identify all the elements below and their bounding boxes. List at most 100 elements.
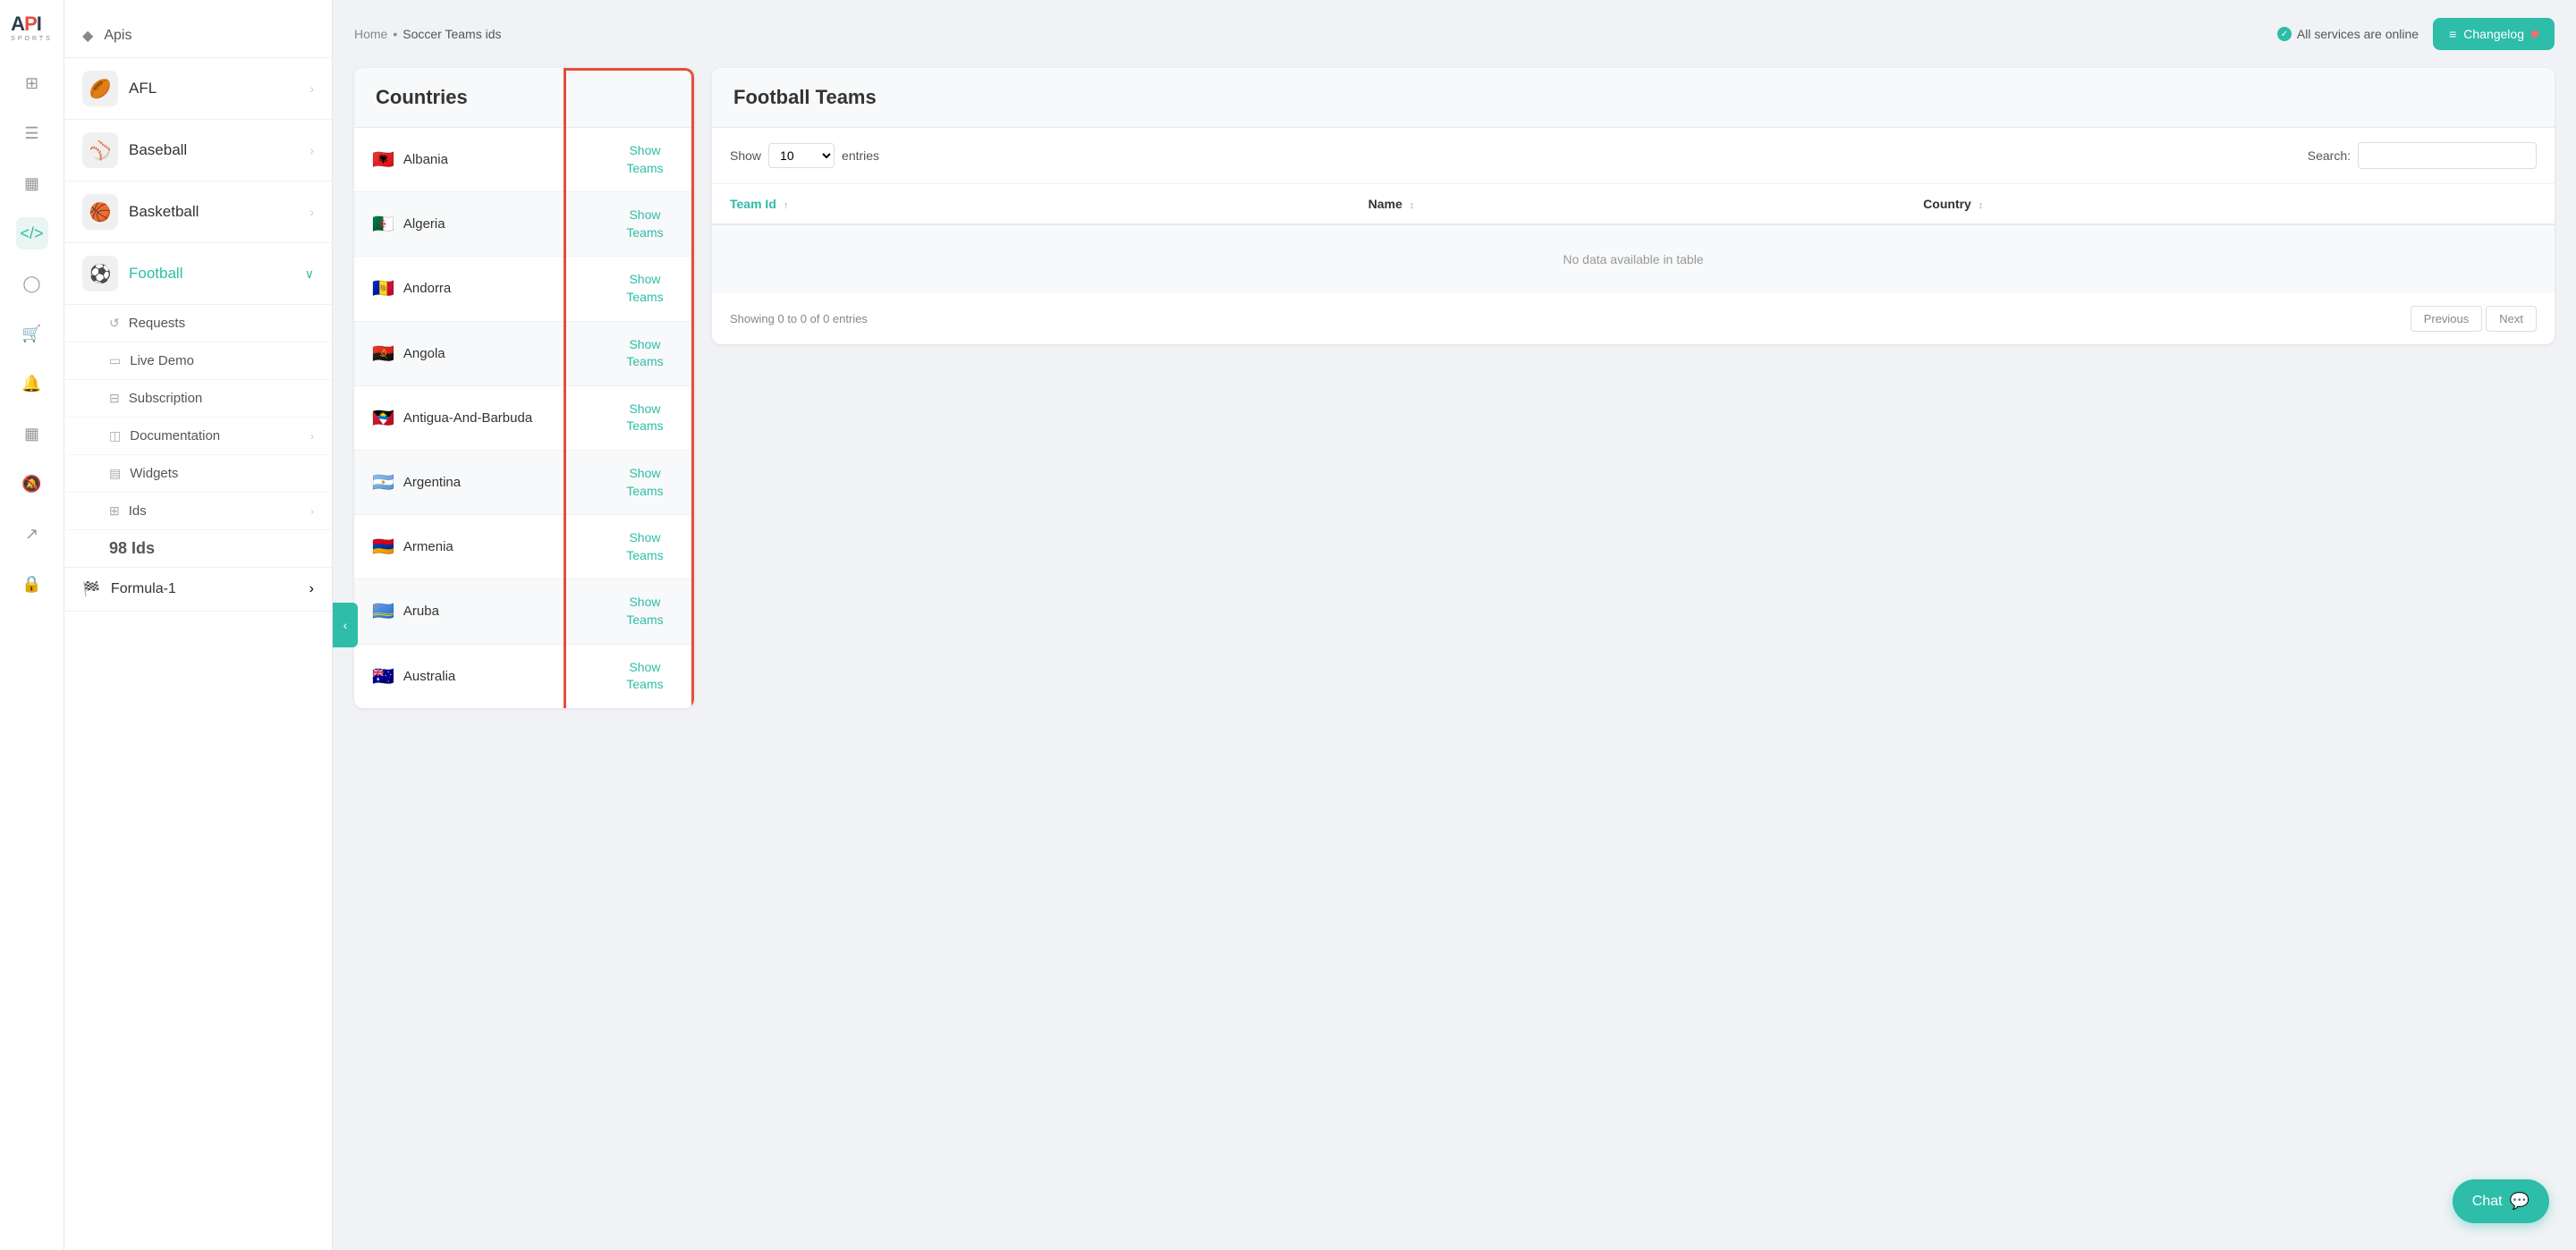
- sidebar-item-baseball[interactable]: ⚾ Baseball ›: [64, 120, 332, 182]
- search-label: Search:: [2308, 148, 2351, 163]
- breadcrumb: Home • Soccer Teams ids: [354, 27, 502, 41]
- dashboard-icon[interactable]: ▦: [16, 418, 48, 450]
- next-button[interactable]: Next: [2486, 306, 2537, 332]
- apis-label: Apis: [104, 28, 131, 44]
- changelog-icon: ≡: [2449, 27, 2456, 41]
- formula1-icon: 🏁: [82, 580, 100, 598]
- search-area: Search:: [2308, 142, 2537, 169]
- australia-flag: 🇦🇺: [372, 665, 394, 688]
- show-teams-aruba[interactable]: ShowTeams: [626, 594, 663, 629]
- armenia-name: Armenia: [403, 539, 453, 554]
- football-icon: ⚽: [82, 256, 118, 291]
- teams-controls: Show 10 25 50 100 entries Search:: [712, 128, 2555, 184]
- notification-icon2[interactable]: 🔕: [16, 468, 48, 500]
- sidebar-submenu-ids[interactable]: ⊞ Ids ›: [64, 493, 332, 530]
- changelog-notification-dot: [2531, 30, 2538, 38]
- show-teams-algeria[interactable]: ShowTeams: [626, 207, 663, 241]
- show-teams-antigua[interactable]: ShowTeams: [626, 401, 663, 435]
- cart-icon[interactable]: 🛒: [16, 317, 48, 350]
- ids-icon: ⊞: [109, 503, 120, 519]
- antigua-name: Antigua-And-Barbuda: [403, 410, 532, 426]
- breadcrumb-home[interactable]: Home: [354, 27, 387, 41]
- entries-select[interactable]: 10 25 50 100: [768, 143, 835, 168]
- teams-title: Football Teams: [733, 86, 2533, 109]
- status-badge: ✓ All services are online: [2277, 27, 2419, 41]
- antigua-flag: 🇦🇬: [372, 407, 394, 429]
- server-icon[interactable]: ▦: [16, 167, 48, 199]
- baseball-chevron: ›: [309, 143, 314, 157]
- sidebar-submenu-subscription[interactable]: ⊟ Subscription: [64, 380, 332, 418]
- sidebar-submenu-widgets[interactable]: ▤ Widgets: [64, 455, 332, 493]
- country-row-antigua: 🇦🇬 Antigua-And-Barbuda ShowTeams: [354, 386, 694, 451]
- code-icon[interactable]: </>: [16, 217, 48, 249]
- sidebar-submenu-livedemo[interactable]: ▭ Live Demo: [64, 342, 332, 380]
- show-teams-andorra[interactable]: ShowTeams: [626, 271, 663, 306]
- show-teams-angola[interactable]: ShowTeams: [626, 336, 663, 371]
- list-icon[interactable]: ☰: [16, 117, 48, 149]
- user-icon[interactable]: ◯: [16, 267, 48, 300]
- albania-name: Albania: [403, 152, 448, 167]
- afl-icon: 🏉: [82, 71, 118, 106]
- sidebar-submenu-documentation[interactable]: ◫ Documentation ›: [64, 418, 332, 455]
- search-input[interactable]: [2358, 142, 2537, 169]
- app-logo: API SPORTS: [11, 14, 53, 42]
- apis-icon: ◆: [82, 27, 93, 45]
- column-name[interactable]: Name ↕: [1351, 184, 1906, 224]
- sidebar-item-afl[interactable]: 🏉 AFL ›: [64, 58, 332, 120]
- andorra-flag: 🇦🇩: [372, 277, 394, 300]
- show-label: Show: [730, 148, 761, 163]
- requests-icon: ↺: [109, 316, 120, 331]
- documentation-icon: ◫: [109, 428, 121, 443]
- nav-sidebar: ◆ Apis 🏉 AFL › ⚾ Baseball › 🏀 Basketball…: [64, 0, 333, 1250]
- sidebar-item-basketball[interactable]: 🏀 Basketball ›: [64, 182, 332, 243]
- prev-button[interactable]: Previous: [2411, 306, 2483, 332]
- argentina-flag: 🇦🇷: [372, 471, 394, 494]
- column-team-id[interactable]: Team Id ↑: [712, 184, 1351, 224]
- apis-nav-item[interactable]: ◆ Apis: [64, 14, 332, 58]
- show-teams-australia[interactable]: ShowTeams: [626, 659, 663, 694]
- aruba-flag: 🇦🇼: [372, 600, 394, 622]
- sidebar-item-football[interactable]: ⚽ Football ∨: [64, 243, 332, 305]
- chat-icon: 💬: [2510, 1192, 2529, 1211]
- angola-flag: 🇦🇴: [372, 342, 394, 365]
- teams-panel-header: Football Teams: [712, 68, 2555, 128]
- show-teams-armenia[interactable]: ShowTeams: [626, 529, 663, 564]
- sidebar-submenu-requests[interactable]: ↺ Requests: [64, 305, 332, 342]
- country-row-argentina: 🇦🇷 Argentina ShowTeams: [354, 451, 694, 515]
- ids-chevron: ›: [310, 505, 314, 518]
- algeria-flag: 🇩🇿: [372, 213, 394, 235]
- countries-panel-header: Countries: [354, 68, 694, 128]
- icon-sidebar: API SPORTS ⊞ ☰ ▦ </> ◯ 🛒 🔔 ▦ 🔕 ↗ 🔒: [0, 0, 64, 1250]
- changelog-button[interactable]: ≡ Changelog: [2433, 18, 2555, 50]
- table-body: No data available in table: [712, 224, 2555, 293]
- chat-button[interactable]: Chat 💬: [2453, 1179, 2549, 1223]
- teams-table: Team Id ↑ Name ↕ Country ↕: [712, 184, 2555, 293]
- chat-label: Chat: [2472, 1194, 2503, 1210]
- lock-icon[interactable]: 🔒: [16, 568, 48, 600]
- grid-icon[interactable]: ⊞: [16, 67, 48, 99]
- show-entries: Show 10 25 50 100 entries: [730, 143, 879, 168]
- subscription-icon: ⊟: [109, 391, 120, 406]
- country-row-albania: 🇦🇱 Albania ShowTeams: [354, 128, 694, 192]
- column-country[interactable]: Country ↕: [1905, 184, 2555, 224]
- country-row-algeria: 🇩🇿 Algeria ShowTeams: [354, 192, 694, 257]
- aruba-name: Aruba: [403, 604, 439, 619]
- logo-text: API: [11, 14, 53, 34]
- formula1-label: Formula-1: [111, 581, 299, 597]
- documentation-chevron: ›: [310, 430, 314, 443]
- collapse-sidebar-button[interactable]: ‹: [333, 603, 358, 647]
- sidebar-item-formula1[interactable]: 🏁 Formula-1 ›: [64, 568, 332, 612]
- documentation-label: Documentation: [130, 428, 220, 443]
- country-row-andorra: 🇦🇩 Andorra ShowTeams: [354, 257, 694, 321]
- bell-icon[interactable]: 🔔: [16, 367, 48, 400]
- show-teams-albania[interactable]: ShowTeams: [626, 142, 663, 177]
- show-teams-argentina[interactable]: ShowTeams: [626, 465, 663, 500]
- widgets-icon: ▤: [109, 466, 121, 481]
- sort-asc-icon: ↑: [784, 200, 789, 211]
- showing-text: Showing 0 to 0 of 0 entries: [730, 312, 868, 325]
- teams-panel: Football Teams Show 10 25 50 100 entries…: [712, 68, 2555, 344]
- entries-label: entries: [842, 148, 879, 163]
- main-content: Home • Soccer Teams ids ✓ All services a…: [333, 0, 2576, 1250]
- export-icon[interactable]: ↗: [16, 518, 48, 550]
- basketball-chevron: ›: [309, 205, 314, 219]
